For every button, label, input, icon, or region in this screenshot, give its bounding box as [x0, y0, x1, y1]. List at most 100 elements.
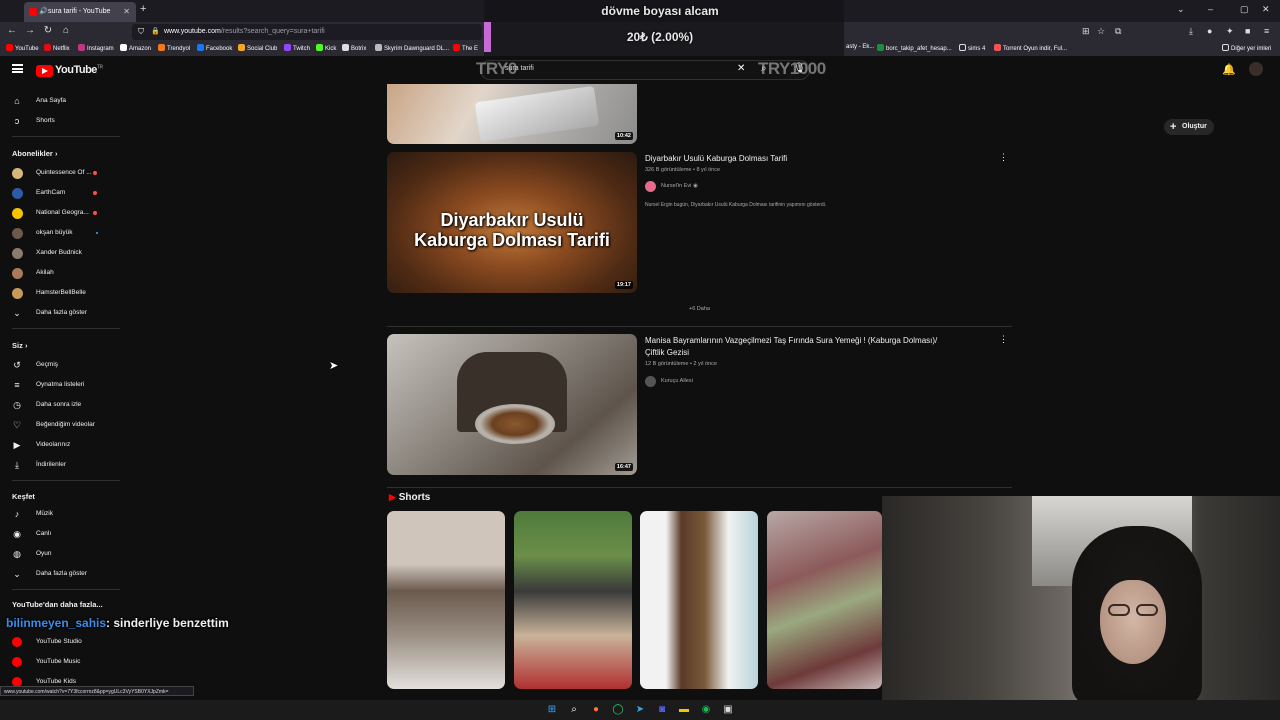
windows-start-icon[interactable]: ⊞: [545, 703, 559, 717]
close-tab-icon[interactable]: ✕: [123, 2, 130, 22]
sidebar-explore-show-more[interactable]: ⌄ Daha fazla göster: [0, 565, 120, 583]
hamburger-menu-icon[interactable]: [12, 64, 23, 73]
url-bar[interactable]: ⛉ 🔒 www.youtube.com/results?search_query…: [132, 24, 482, 40]
sidebar-sub-item[interactable]: Quintessence Of ...: [0, 164, 120, 182]
discord-icon[interactable]: ◙: [655, 703, 669, 717]
bookmark-twitch[interactable]: Twitch: [284, 44, 310, 52]
lock-icon[interactable]: 🔒: [151, 24, 160, 40]
shield-icon[interactable]: ⛉: [138, 24, 144, 40]
short-thumbnail[interactable]: [767, 511, 882, 689]
other-bookmarks[interactable]: Diğer yer imleri: [1222, 44, 1271, 52]
shorts-heading: ▶ Shorts: [389, 492, 431, 503]
extension-red-icon[interactable]: ■: [1245, 26, 1250, 36]
sidebar-item-shorts[interactable]: ↄ Shorts: [0, 112, 120, 130]
menu-icon[interactable]: ≡: [1264, 26, 1269, 36]
short-thumbnail[interactable]: [387, 511, 505, 689]
video-title[interactable]: Diyarbakır Usulü Kaburga Dolması Tarifi: [645, 153, 787, 165]
minimize-icon[interactable]: –: [1208, 4, 1213, 14]
more-actions-icon[interactable]: ⋮: [999, 152, 1008, 163]
sidebar-item-liked[interactable]: ♡ Beğendiğim videolar: [0, 416, 120, 434]
forward-icon[interactable]: →: [23, 25, 37, 36]
channel-name[interactable]: Nursel'in Evi ◉: [645, 181, 698, 192]
sidebar-sub-item[interactable]: Akilah: [0, 264, 120, 282]
account-icon[interactable]: ●: [1207, 26, 1212, 36]
sidebar-item-music[interactable]: ♪ Müzik: [0, 505, 120, 523]
notifications-bell-icon[interactable]: 🔔: [1222, 63, 1236, 76]
bookmark-youtube[interactable]: YouTube: [6, 44, 39, 52]
youtube-logo-text[interactable]: YouTubeTR: [55, 64, 103, 76]
bookmark-borc-takip[interactable]: borc_takip_afet_hesap...: [877, 44, 952, 52]
more-actions-icon[interactable]: ⋮: [999, 334, 1008, 345]
bookmark-netflix[interactable]: Netflix: [44, 44, 70, 52]
bookmark-instagram[interactable]: Instagram: [78, 44, 114, 52]
bookmark-the-e[interactable]: The E: [453, 44, 478, 52]
maximize-icon[interactable]: ▢: [1240, 4, 1249, 15]
sidebar-item-watch-later[interactable]: ◷ Daha sonra izle: [0, 396, 120, 414]
bookmark-trendyol[interactable]: Trendyol: [158, 44, 190, 52]
home-icon[interactable]: ⌂: [59, 25, 73, 36]
translate-icon[interactable]: ⊞: [1082, 26, 1090, 37]
bookmark-facebook[interactable]: Facebook: [197, 44, 232, 52]
whatsapp-icon[interactable]: ◯: [611, 703, 625, 717]
bookmark-kick[interactable]: Kick: [316, 44, 336, 52]
video-thumbnail[interactable]: 16:47: [387, 334, 637, 475]
sidebar-sub-item[interactable]: EarthCam: [0, 184, 120, 202]
spotify-icon[interactable]: ◉: [699, 703, 713, 717]
bookmark-star-icon[interactable]: ☆: [1097, 26, 1105, 37]
extensions-icon[interactable]: ✦: [1226, 26, 1234, 37]
sidebar-item-youtube-music[interactable]: YouTube Music: [0, 653, 120, 671]
search-icon[interactable]: ⌕: [567, 703, 581, 717]
tab-list-icon[interactable]: ⌄: [1177, 4, 1185, 15]
sidebar-item-history[interactable]: ↺ Geçmiş: [0, 356, 120, 374]
file-explorer-icon[interactable]: ▬: [677, 703, 691, 717]
bookmark-social-club[interactable]: Social Club: [238, 44, 277, 52]
reload-icon[interactable]: ↻: [41, 25, 55, 36]
close-window-icon[interactable]: ✕: [1262, 4, 1270, 15]
channel-avatar: [12, 248, 23, 259]
bookmark-folder-sims[interactable]: sims 4: [959, 44, 985, 52]
youtube-logo-icon[interactable]: [36, 65, 53, 77]
short-thumbnail[interactable]: [640, 511, 758, 689]
video-title[interactable]: Manisa Bayramlarının Vazgeçilmezi Taş Fı…: [645, 335, 985, 359]
firefox-icon[interactable]: ●: [589, 703, 603, 717]
chevron-down-icon: ⌄: [13, 569, 21, 579]
sidebar-item-home[interactable]: ⌂ Ana Sayfa: [0, 92, 120, 110]
bookmark-asty[interactable]: asty - Ek...: [846, 44, 874, 50]
bookmark-skyrim[interactable]: Skyrim Dawnguard DL...: [375, 44, 449, 52]
sidebar-item-downloads[interactable]: ⤓ İndirilenler: [0, 456, 120, 474]
sidebar-sub-item[interactable]: okşan büyük: [0, 224, 120, 242]
video-thumbnail[interactable]: Diyarbakır Usulü Kaburga Dolması Tarifi …: [387, 152, 637, 293]
sidebar-sub-item[interactable]: National Geogra...: [0, 204, 120, 222]
channel-name[interactable]: Kuruçu Ailesi: [645, 376, 693, 387]
short-thumbnail[interactable]: [514, 511, 632, 689]
back-icon[interactable]: ←: [5, 25, 19, 36]
app-icon[interactable]: ▣: [721, 703, 735, 717]
new-tab-button[interactable]: +: [140, 3, 146, 15]
sidebar-subs-show-more[interactable]: ⌄ Daha fazla göster: [0, 304, 120, 322]
sidebar-item-live[interactable]: ◉ Canlı: [0, 525, 120, 543]
chevron-down-icon: ⌄: [13, 308, 21, 318]
bookmark-botrix[interactable]: Botrix: [342, 44, 366, 52]
telegram-icon[interactable]: ➤: [633, 703, 647, 717]
sidebar-item-youtube-studio[interactable]: YouTube Studio: [0, 633, 120, 651]
avatar[interactable]: [1249, 62, 1263, 76]
downloads-icon[interactable]: ⤓: [1189, 26, 1193, 37]
browser-tab[interactable]: 🔊 sura tarifi - YouTube ✕: [24, 2, 136, 22]
screenshot-icon[interactable]: ⧉: [1115, 26, 1121, 37]
speaker-icon[interactable]: 🔊: [39, 2, 48, 22]
clear-search-icon[interactable]: ✕: [737, 63, 745, 74]
live-indicator-icon: [93, 171, 97, 175]
sidebar-item-playlists[interactable]: ≡ Oynatma listeleri: [0, 376, 120, 394]
sidebar-sub-item[interactable]: HamsterBellBelle: [0, 284, 120, 302]
youtube-music-icon: [12, 657, 22, 667]
you-heading[interactable]: Siz ›: [12, 341, 27, 350]
subscriptions-heading[interactable]: Abonelikler ›: [12, 149, 57, 158]
video-thumbnail[interactable]: 10:42: [387, 84, 637, 144]
sidebar-item-your-videos[interactable]: ▶ Videolarınız: [0, 436, 120, 454]
bookmark-torrent[interactable]: Torrent Oyun indir, Ful...: [994, 44, 1067, 52]
bookmark-amazon[interactable]: Amazon: [120, 44, 151, 52]
sidebar-item-gaming[interactable]: ◍ Oyun: [0, 545, 120, 563]
show-more-button[interactable]: +6 Daha: [689, 306, 710, 312]
create-button[interactable]: + Oluştur: [1164, 119, 1214, 135]
sidebar-sub-item[interactable]: Xander Budnick: [0, 244, 120, 262]
